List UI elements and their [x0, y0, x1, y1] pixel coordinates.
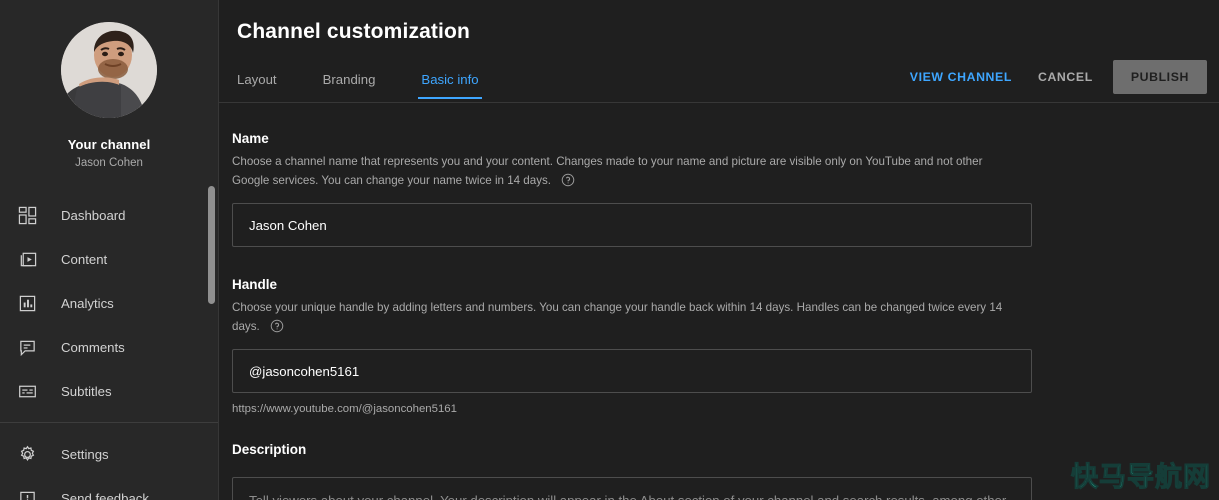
- sidebar-scrollbar[interactable]: [208, 186, 215, 416]
- sidebar-item-content[interactable]: Content: [0, 237, 218, 281]
- view-channel-button[interactable]: VIEW CHANNEL: [900, 61, 1022, 93]
- page-title: Channel customization: [237, 20, 471, 43]
- description-label: Description: [232, 442, 307, 457]
- sidebar-item-label: Comments: [61, 339, 125, 355]
- channel-description-textarea[interactable]: [232, 477, 1032, 500]
- sidebar-item-label: Settings: [61, 446, 109, 462]
- basic-info-form: Name Choose a channel name that represen…: [219, 131, 1219, 500]
- gear-icon: [10, 442, 44, 466]
- your-channel-title: Your channel: [67, 137, 151, 152]
- main-content: Channel customization Layout Branding Ba…: [219, 0, 1219, 500]
- name-label: Name: [232, 131, 269, 146]
- name-description: Choose a channel name that represents yo…: [232, 153, 1022, 190]
- header-actions: VIEW CHANNEL CANCEL PUBLISH: [900, 60, 1207, 94]
- youtube-studio-window: Your channel Jason Cohen Dashboard Conte…: [0, 0, 1219, 500]
- name-description-text: Choose a channel name that represents yo…: [232, 155, 983, 187]
- sidebar-scrollbar-thumb[interactable]: [208, 186, 215, 304]
- sidebar-item-settings[interactable]: Settings: [0, 432, 218, 476]
- sidebar-item-label: Analytics: [61, 295, 114, 311]
- help-circle-icon[interactable]: [270, 319, 284, 333]
- dashboard-icon: [10, 203, 44, 227]
- handle-description-text: Choose your unique handle by adding lett…: [232, 301, 1003, 333]
- sidebar-item-label: Content: [61, 251, 108, 267]
- sidebar-item-send-feedback[interactable]: Send feedback: [0, 476, 218, 500]
- publish-button[interactable]: PUBLISH: [1112, 60, 1207, 94]
- channel-handle-input[interactable]: [232, 349, 1032, 393]
- sidebar-item-subtitles[interactable]: Subtitles: [0, 369, 218, 413]
- sidebar-item-comments[interactable]: Comments: [0, 325, 218, 369]
- channel-name-input[interactable]: [232, 203, 1032, 247]
- handle-label: Handle: [232, 277, 278, 292]
- header-divider: [219, 102, 1219, 103]
- feedback-icon: [10, 486, 44, 500]
- comments-bubble-icon: [10, 335, 44, 359]
- section-handle: Handle Choose your unique handle by addi…: [232, 277, 1219, 415]
- section-description: Description: [232, 442, 1219, 500]
- page-header: Channel customization Layout Branding Ba…: [219, 0, 1219, 103]
- sidebar-nav: Dashboard Content Analytics Comments Sub…: [0, 193, 218, 500]
- analytics-bar-chart-icon: [10, 291, 44, 315]
- channel-avatar[interactable]: [61, 22, 157, 118]
- help-circle-icon[interactable]: [561, 173, 575, 187]
- sidebar-item-label: Subtitles: [61, 383, 112, 399]
- sidebar-item-analytics[interactable]: Analytics: [0, 281, 218, 325]
- cancel-button[interactable]: CANCEL: [1028, 61, 1103, 93]
- sidebar-item-label: Send feedback: [61, 490, 149, 500]
- channel-owner-name: Jason Cohen: [75, 157, 143, 169]
- sidebar: Your channel Jason Cohen Dashboard Conte…: [0, 0, 219, 500]
- sidebar-item-dashboard[interactable]: Dashboard: [0, 193, 218, 237]
- tab-basic-info[interactable]: Basic info: [418, 64, 482, 99]
- section-name: Name Choose a channel name that represen…: [232, 131, 1219, 247]
- content-video-icon: [10, 247, 44, 271]
- tab-layout[interactable]: Layout: [237, 64, 277, 99]
- tab-branding[interactable]: Branding: [323, 64, 376, 99]
- tab-bar: Layout Branding Basic info: [237, 64, 482, 99]
- sidebar-divider: [0, 422, 218, 423]
- channel-block[interactable]: Your channel Jason Cohen: [0, 0, 218, 169]
- subtitles-icon: [10, 379, 44, 403]
- sidebar-item-label: Dashboard: [61, 207, 126, 223]
- channel-url-text: https://www.youtube.com/@jasoncohen5161: [232, 403, 457, 415]
- handle-description: Choose your unique handle by adding lett…: [232, 299, 1022, 336]
